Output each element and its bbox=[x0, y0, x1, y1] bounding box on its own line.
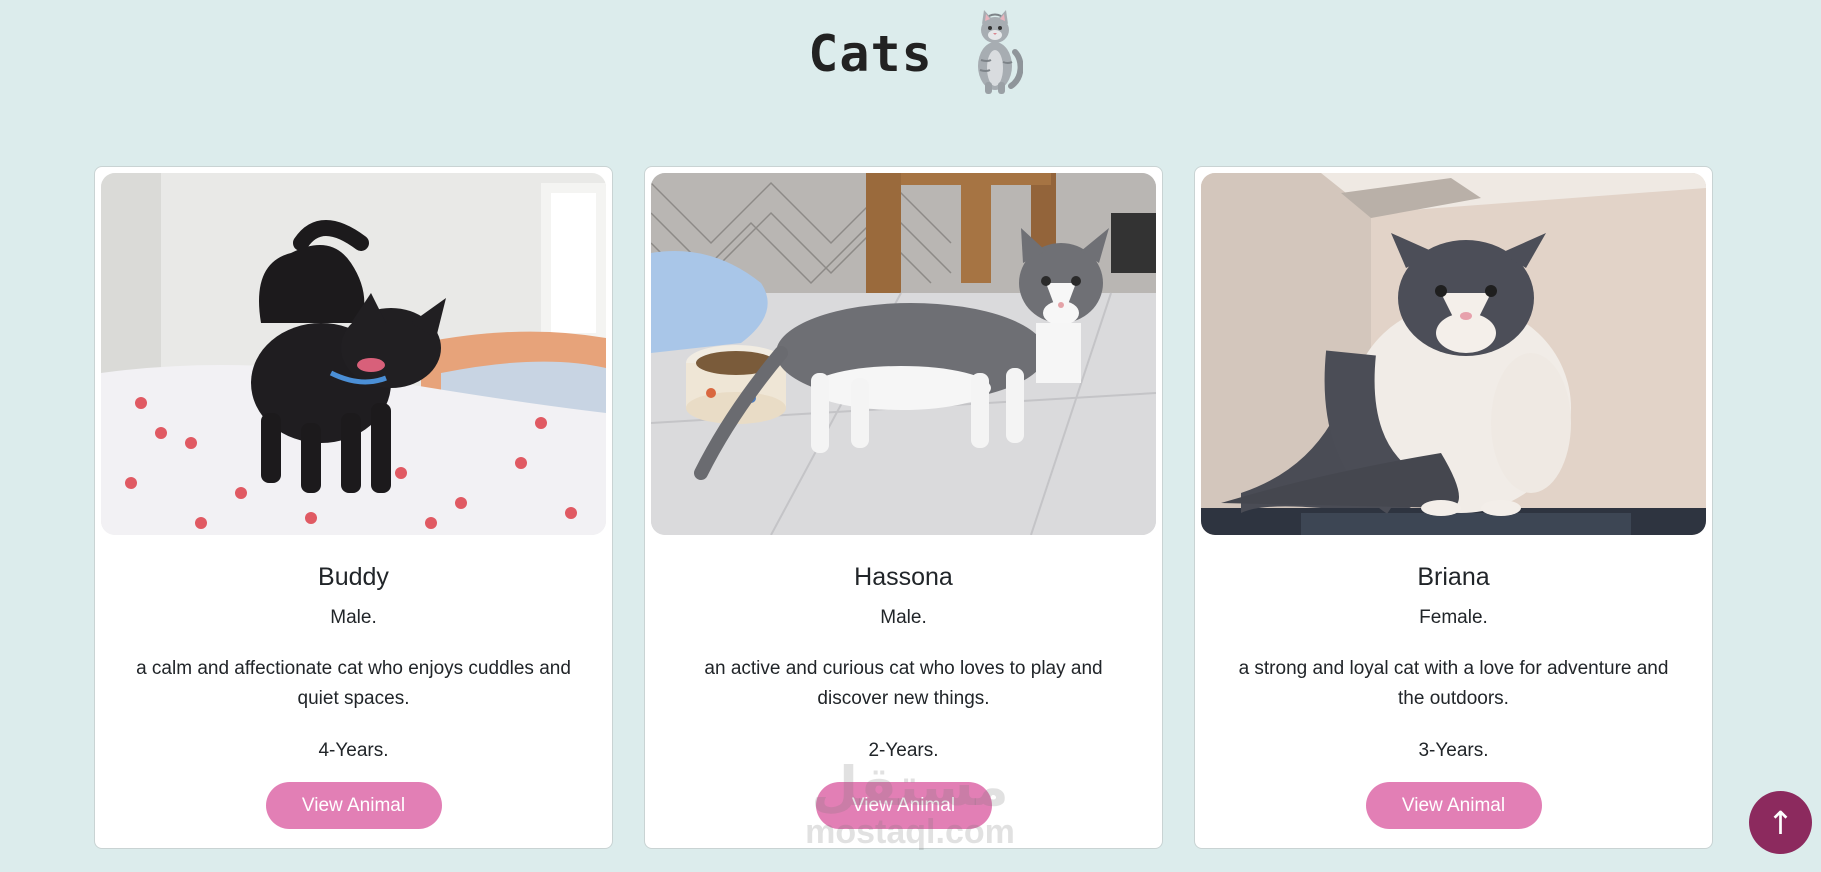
cat-gender: Male. bbox=[880, 607, 927, 628]
cat-description: an active and curious cat who loves to p… bbox=[704, 658, 1103, 709]
arrow-up-icon: ↑ bbox=[1767, 803, 1794, 842]
view-animal-button[interactable]: View Animal bbox=[815, 782, 992, 829]
cat-age: 2-Years. bbox=[868, 740, 939, 761]
gray-white-cat-photo bbox=[651, 173, 1156, 535]
cat-card: Briana Female. a strong and loyal cat wi… bbox=[1194, 166, 1713, 849]
gray-white-sitting-cat-photo bbox=[1201, 173, 1706, 535]
cat-name: Hassona bbox=[854, 563, 953, 591]
title-wrap: Cats bbox=[808, 8, 1024, 100]
cat-card: Hassona Male. an active and curious cat … bbox=[644, 166, 1163, 849]
page: Cats Buddy Male. a calm and affectionate… bbox=[0, 0, 1821, 872]
cat-description: a calm and affectionate cat who enjoys c… bbox=[136, 658, 571, 709]
cat-gender: Male. bbox=[330, 607, 377, 628]
view-animal-button[interactable]: View Animal bbox=[265, 782, 442, 829]
cat-age: 4-Years. bbox=[318, 740, 389, 761]
cat-card: Buddy Male. a calm and affectionate cat … bbox=[94, 166, 613, 849]
scroll-to-top-button[interactable]: ↑ bbox=[1749, 791, 1812, 854]
cat-illustration-icon bbox=[967, 8, 1024, 100]
view-animal-button[interactable]: View Animal bbox=[1365, 782, 1542, 829]
cat-cards: Buddy Male. a calm and affectionate cat … bbox=[94, 166, 1713, 849]
cat-age: 3-Years. bbox=[1418, 740, 1489, 761]
cat-name: Briana bbox=[1417, 563, 1490, 591]
cat-description: a strong and loyal cat with a love for a… bbox=[1238, 658, 1669, 709]
page-title: Cats bbox=[808, 25, 933, 83]
page-header: Cats bbox=[0, 0, 1821, 95]
black-kitten-photo bbox=[101, 173, 606, 535]
cat-name: Buddy bbox=[318, 563, 389, 591]
cat-gender: Female. bbox=[1419, 607, 1488, 628]
